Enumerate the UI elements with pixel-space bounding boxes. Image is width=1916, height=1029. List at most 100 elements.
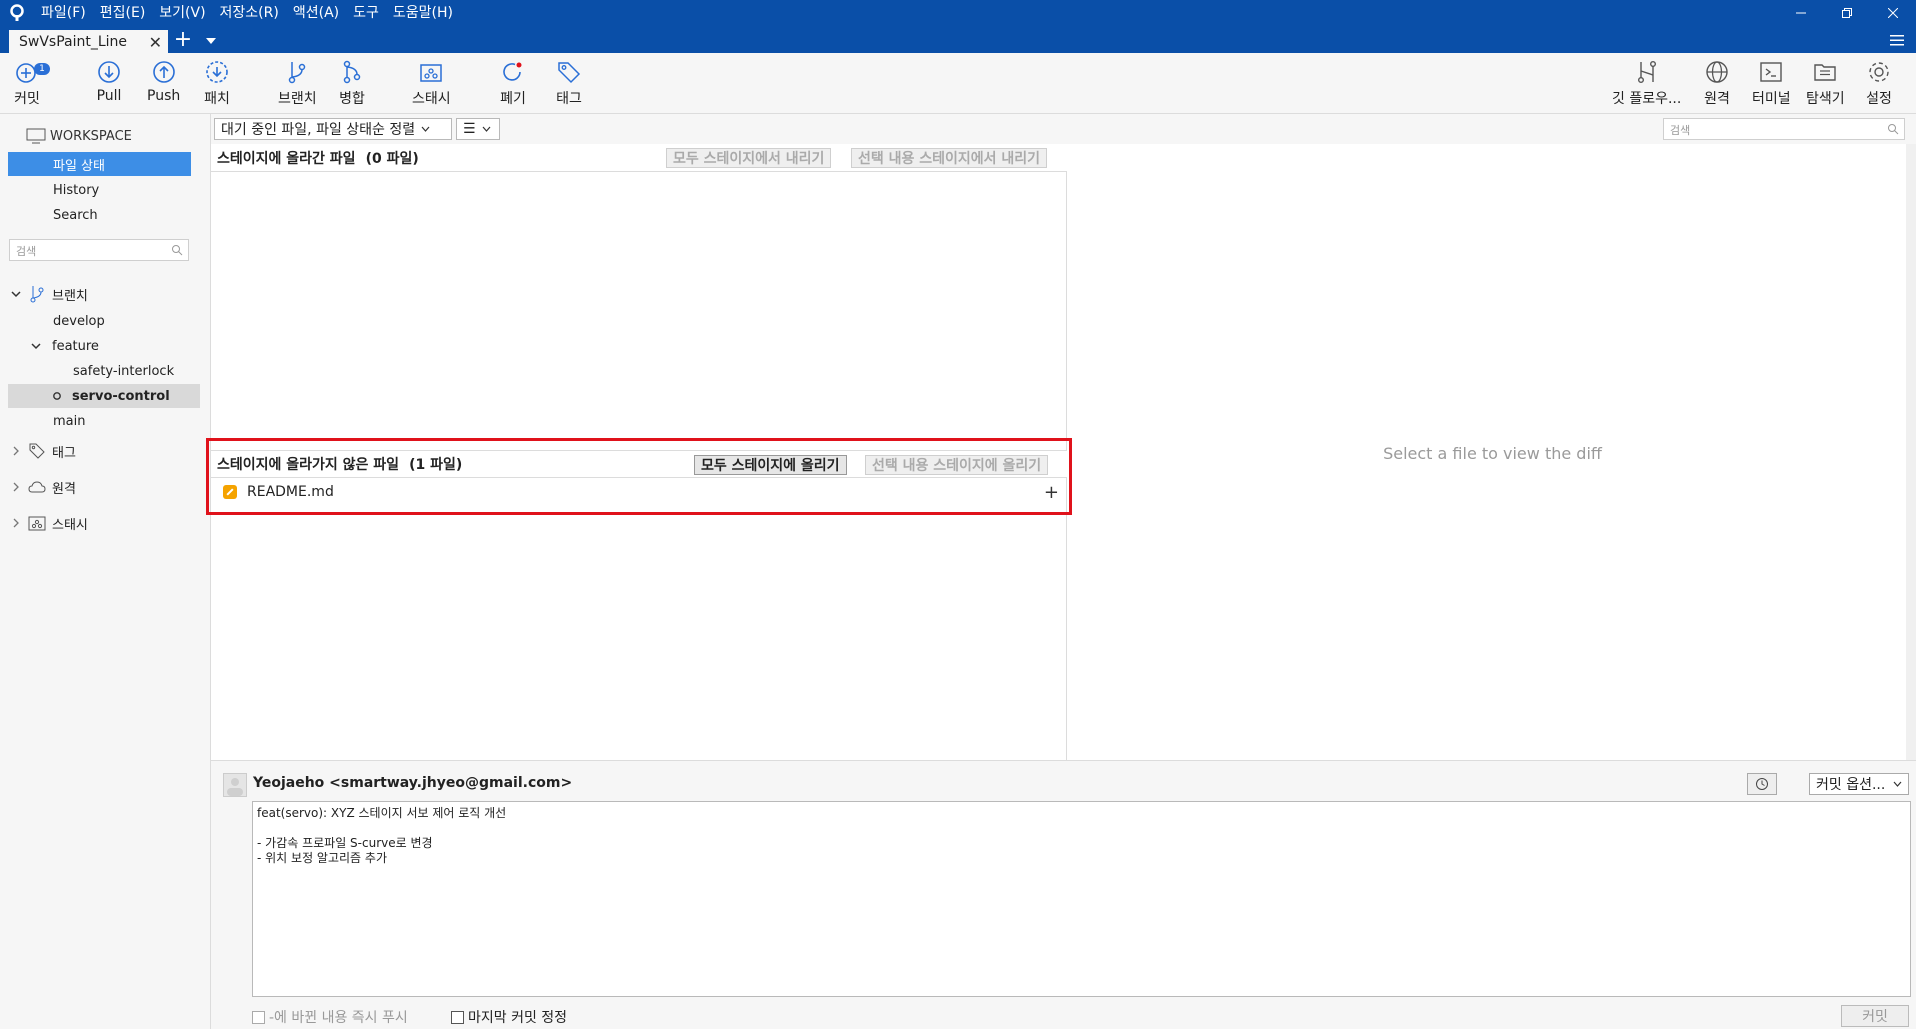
commit-label: 커밋 bbox=[14, 91, 40, 107]
tab-dropdown-icon[interactable] bbox=[200, 30, 222, 52]
unstaged-title: 스테이지에 올라가지 않은 파일 bbox=[217, 457, 400, 473]
commit-submit-button[interactable]: 커밋 bbox=[1841, 1005, 1909, 1027]
repo-tab[interactable]: SwVsPaint_Line ✕ bbox=[9, 30, 168, 53]
sidebar: WORKSPACE 파일 상태 History Search 검색 브랜치 de… bbox=[0, 114, 210, 1029]
folder-icon bbox=[1814, 64, 1837, 81]
staged-title: 스테이지에 올라간 파일 bbox=[217, 150, 356, 167]
close-button[interactable] bbox=[1870, 0, 1916, 26]
unstage-selected-button[interactable]: 선택 내용 스테이지에서 내리기 bbox=[851, 148, 1048, 168]
minimize-button[interactable] bbox=[1778, 0, 1824, 26]
unstaged-count: (1 파일) bbox=[409, 457, 463, 473]
settings-button[interactable]: 설정 bbox=[1866, 59, 1892, 111]
chevron-down-icon bbox=[1893, 781, 1902, 787]
sidebar-item-file-status[interactable]: 파일 상태 bbox=[8, 152, 191, 176]
discard-button[interactable]: 폐기 bbox=[500, 59, 526, 111]
file-search-input[interactable]: 검색 bbox=[1663, 118, 1905, 140]
push-button[interactable]: Push bbox=[147, 59, 180, 111]
branch-label: 브랜치 bbox=[278, 91, 317, 107]
diff-scrollbar[interactable] bbox=[1906, 144, 1916, 760]
menu-actions[interactable]: 액션(A) bbox=[286, 0, 346, 26]
chevron-down-icon bbox=[421, 126, 430, 132]
sidebar-folder-feature[interactable]: feature bbox=[30, 334, 230, 358]
hamburger-menu-icon[interactable] bbox=[1888, 32, 1906, 48]
checkbox-box bbox=[451, 1010, 464, 1024]
push-label: Push bbox=[147, 88, 181, 104]
remote-label: 원격 bbox=[1704, 91, 1730, 107]
terminal-button[interactable]: 터미널 bbox=[1752, 59, 1791, 111]
commit-history-button[interactable] bbox=[1747, 773, 1777, 795]
pull-icon bbox=[98, 61, 120, 83]
tag-button[interactable]: 태그 bbox=[556, 59, 582, 111]
add-tab-icon[interactable]: + bbox=[172, 29, 194, 52]
amend-checkbox[interactable]: 마지막 커밋 정정 bbox=[451, 1007, 567, 1027]
sidebar-tags-header[interactable]: 태그 bbox=[10, 439, 210, 463]
commit-button[interactable]: 1 커밋 bbox=[14, 59, 50, 111]
avatar bbox=[223, 773, 247, 797]
unstaged-files-header: 스테이지에 올라가지 않은 파일 (1 파일) 모두 스테이지에 올리기 선택 … bbox=[211, 450, 1067, 478]
menu-bar: 파일(F) 편집(E) 보기(V) 저장소(R) 액션(A) 도구 도움말(H) bbox=[0, 0, 460, 26]
unstage-all-button[interactable]: 모두 스테이지에서 내리기 bbox=[666, 148, 832, 168]
git-flow-button[interactable]: 깃 플로우... bbox=[1612, 59, 1681, 111]
stash-button[interactable]: 스태시 bbox=[412, 59, 451, 111]
tag-icon bbox=[558, 62, 581, 84]
menu-tools[interactable]: 도구 bbox=[346, 0, 386, 26]
menu-view[interactable]: 보기(V) bbox=[152, 0, 212, 26]
sidebar-branches-header[interactable]: 브랜치 bbox=[10, 282, 210, 306]
stage-selected-button[interactable]: 선택 내용 스테이지에 올리기 bbox=[865, 455, 1049, 475]
pull-button[interactable]: Pull bbox=[96, 59, 122, 111]
sidebar-branch-servo-control[interactable]: servo-control bbox=[8, 384, 200, 408]
staged-files-header: 스테이지에 올라간 파일 (0 파일) 모두 스테이지에서 내리기 선택 내용 … bbox=[211, 144, 1067, 172]
search-icon bbox=[172, 245, 183, 256]
filter-bar: 대기 중인 파일, 파일 상태순 정렬 ☰ 검색 bbox=[211, 114, 1916, 144]
sidebar-remotes-header[interactable]: 원격 bbox=[10, 475, 210, 499]
commit-message-textarea[interactable]: feat(servo): XYZ 스테이지 서보 제어 로직 개선 - 가감속 … bbox=[252, 801, 1911, 997]
merge-icon bbox=[343, 60, 361, 84]
title-bar: 파일(F) 편집(E) 보기(V) 저장소(R) 액션(A) 도구 도움말(H) bbox=[0, 0, 1916, 53]
menu-file[interactable]: 파일(F) bbox=[34, 0, 93, 26]
file-name: README.md bbox=[247, 484, 334, 500]
push-icon bbox=[152, 61, 175, 83]
discard-icon bbox=[503, 62, 522, 81]
sort-dropdown[interactable]: 대기 중인 파일, 파일 상태순 정렬 bbox=[214, 118, 452, 140]
menu-repository[interactable]: 저장소(R) bbox=[213, 0, 286, 26]
tag-label: 태그 bbox=[556, 91, 582, 107]
modified-file-icon bbox=[223, 485, 237, 499]
merge-button[interactable]: 병합 bbox=[339, 59, 365, 111]
toolbar: 1 커밋 Pull Push 패치 브랜치 병합 스태시 폐기 태그 깃 플로우… bbox=[0, 53, 1916, 114]
merge-label: 병합 bbox=[339, 91, 365, 107]
commit-area: Yeojaeho <smartway.jhyeo@gmail.com> 커밋 옵… bbox=[211, 760, 1916, 1029]
stage-file-plus-icon[interactable]: + bbox=[1044, 482, 1059, 503]
gear-icon bbox=[1869, 62, 1889, 82]
search-icon bbox=[1888, 124, 1899, 135]
menu-edit[interactable]: 편집(E) bbox=[93, 0, 153, 26]
unstaged-file-row[interactable]: README.md + bbox=[211, 479, 1067, 505]
chevron-right-icon bbox=[13, 518, 19, 528]
current-branch-icon bbox=[53, 392, 61, 400]
chevron-down-icon bbox=[31, 343, 41, 350]
sidebar-search-input[interactable]: 검색 bbox=[9, 239, 189, 261]
patch-icon bbox=[206, 61, 228, 83]
commit-options-dropdown[interactable]: 커밋 옵션... bbox=[1809, 773, 1909, 795]
close-tab-icon[interactable]: ✕ bbox=[149, 33, 162, 52]
file-status-pane: 스테이지에 올라간 파일 (0 파일) 모두 스테이지에서 내리기 선택 내용 … bbox=[211, 144, 1067, 760]
monitor-icon bbox=[26, 128, 46, 144]
globe-icon bbox=[1706, 61, 1728, 83]
branch-button[interactable]: 브랜치 bbox=[278, 59, 317, 111]
diff-placeholder: Select a file to view the diff bbox=[1383, 444, 1602, 463]
staged-count: (0 파일) bbox=[365, 150, 419, 167]
remote-button[interactable]: 원격 bbox=[1704, 59, 1730, 111]
stage-all-button[interactable]: 모두 스테이지에 올리기 bbox=[694, 455, 847, 475]
sidebar-stashes-header[interactable]: 스태시 bbox=[10, 511, 210, 535]
chevron-right-icon bbox=[13, 482, 19, 492]
restore-button[interactable] bbox=[1824, 0, 1870, 26]
push-immediately-checkbox[interactable]: -에 바뀐 내용 즉시 푸시 bbox=[252, 1007, 408, 1027]
git-flow-icon bbox=[1637, 61, 1656, 84]
repo-tab-title: SwVsPaint_Line bbox=[19, 33, 128, 50]
explorer-button[interactable]: 탐색기 bbox=[1806, 59, 1845, 111]
branch-icon bbox=[30, 286, 44, 303]
patch-button[interactable]: 패치 bbox=[204, 59, 230, 111]
user-icon bbox=[227, 778, 243, 796]
view-mode-dropdown[interactable]: ☰ bbox=[456, 118, 500, 140]
menu-help[interactable]: 도움말(H) bbox=[386, 0, 460, 26]
tag-icon bbox=[29, 443, 45, 459]
